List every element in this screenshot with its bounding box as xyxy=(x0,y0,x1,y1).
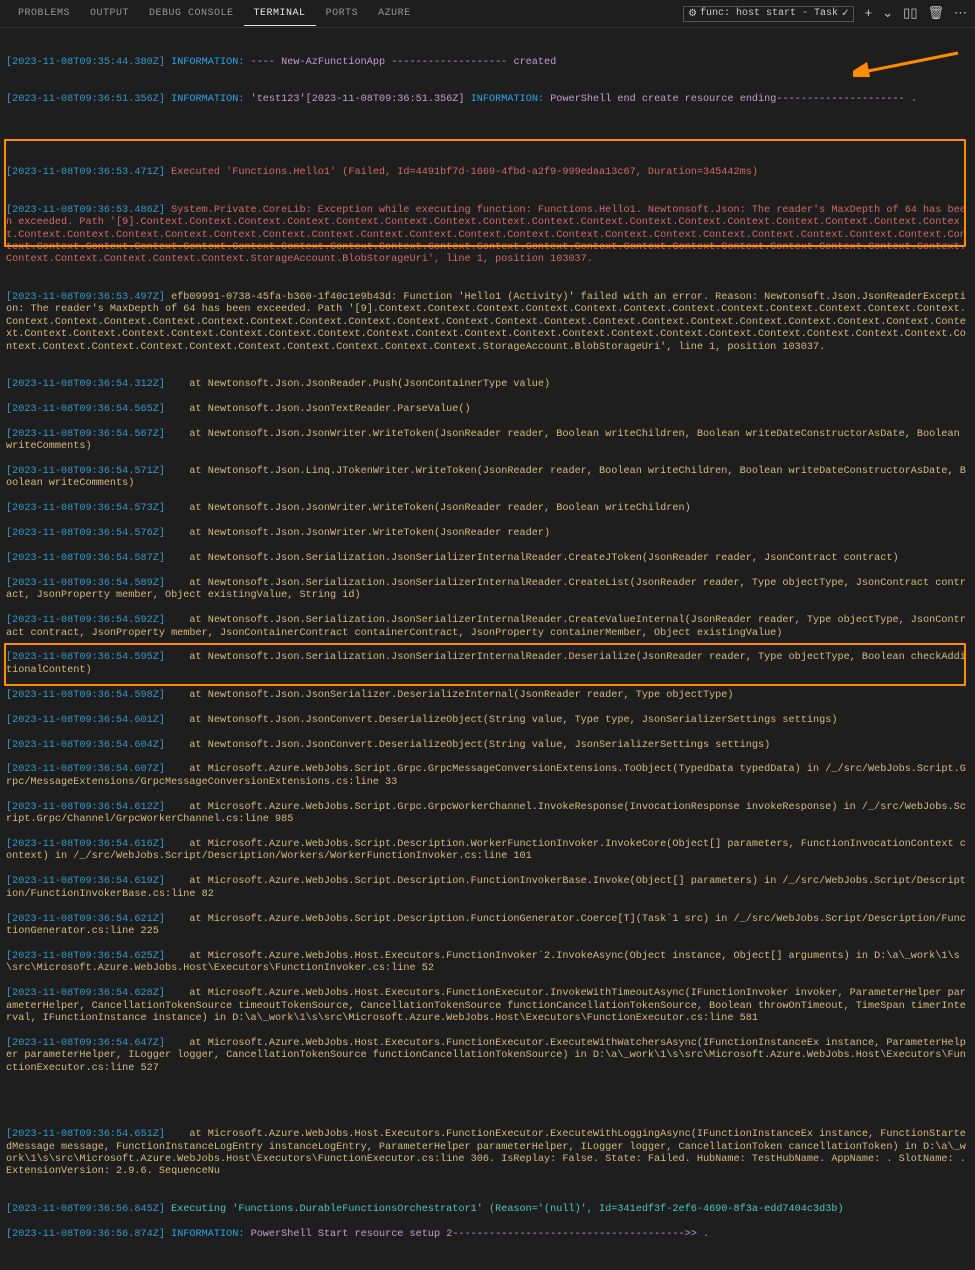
tab-ports[interactable]: PORTS xyxy=(316,2,369,26)
timestamp: [2023-11-08T09:36:54.604Z] xyxy=(6,740,165,751)
more-icon[interactable]: ⋯ xyxy=(954,6,967,21)
chevron-down-icon[interactable]: ⌄ xyxy=(882,6,893,21)
run-task-selector[interactable]: ⚙ func: host start - Task ✓ xyxy=(683,6,854,22)
log-level: INFORMATION: xyxy=(171,1229,244,1240)
timestamp: [2023-11-08T09:36:54.571Z] xyxy=(6,466,165,477)
log-trace: at Newtonsoft.Json.JsonWriter.WriteToken… xyxy=(171,528,550,539)
log-message: PowerShell end create resource ending---… xyxy=(550,94,917,105)
tab-problems[interactable]: PROBLEMS xyxy=(8,2,80,26)
timestamp: [2023-11-08T09:36:54.595Z] xyxy=(6,652,165,663)
tab-debug-console[interactable]: DEBUG CONSOLE xyxy=(139,2,244,26)
timestamp: [2023-11-08T09:36:53.497Z] xyxy=(6,292,165,303)
timestamp: [2023-11-08T09:36:56.845Z] xyxy=(6,1204,165,1215)
log-level: INFORMATION: xyxy=(171,57,244,68)
trash-icon[interactable]: 🗑 xyxy=(927,6,944,21)
timestamp: [2023-11-08T09:36:54.621Z] xyxy=(6,914,165,925)
log-trace: at Newtonsoft.Json.JsonConvert.Deseriali… xyxy=(171,740,770,751)
timestamp: [2023-11-08T09:36:54.592Z] xyxy=(6,615,165,626)
split-terminal-icon[interactable]: ▯▯ xyxy=(903,6,917,21)
timestamp: [2023-11-08T09:36:54.587Z] xyxy=(6,553,165,564)
timestamp: [2023-11-08T09:36:53.471Z] xyxy=(6,167,165,178)
timestamp: [2023-11-08T09:36:54.647Z] xyxy=(6,1038,165,1049)
timestamp: [2023-11-08T09:36:54.312Z] xyxy=(6,379,165,390)
timestamp: [2023-11-08T09:36:54.616Z] xyxy=(6,839,165,850)
tab-azure[interactable]: AZURE xyxy=(368,2,421,26)
terminal-toolbar: ⚙ func: host start - Task ✓ + ⌄ ▯▯ 🗑 ⋯ xyxy=(683,6,967,22)
timestamp: [2023-11-08T09:36:54.576Z] xyxy=(6,528,165,539)
log-message: 'test123'[2023-11-08T09:36:51.356Z] xyxy=(251,94,465,105)
timestamp: [2023-11-08T09:36:54.607Z] xyxy=(6,764,165,775)
timestamp: [2023-11-08T09:36:51.356Z] xyxy=(6,94,165,105)
timestamp: [2023-11-08T09:36:54.589Z] xyxy=(6,578,165,589)
run-task-label: func: host start - Task xyxy=(700,8,838,19)
log-trace: at Newtonsoft.Json.JsonReader.Push(JsonC… xyxy=(171,379,550,390)
tab-terminal[interactable]: TERMINAL xyxy=(244,2,316,26)
timestamp: [2023-11-08T09:36:54.601Z] xyxy=(6,715,165,726)
timestamp: [2023-11-08T09:36:54.565Z] xyxy=(6,404,165,415)
log-trace: at Newtonsoft.Json.Serialization.JsonSer… xyxy=(171,553,899,564)
log-level: INFORMATION: xyxy=(471,94,544,105)
log-level: INFORMATION: xyxy=(171,94,244,105)
new-terminal-icon[interactable]: + xyxy=(864,6,872,21)
log-message: ---- New-AzFunctionApp -----------------… xyxy=(251,57,557,68)
timestamp: [2023-11-08T09:36:54.651Z] xyxy=(6,1129,165,1140)
timestamp: [2023-11-08T09:36:53.486Z] xyxy=(6,205,165,216)
timestamp: [2023-11-08T09:36:54.625Z] xyxy=(6,951,165,962)
timestamp: [2023-11-08T09:36:54.567Z] xyxy=(6,429,165,440)
log-trace: at Newtonsoft.Json.JsonWriter.WriteToken… xyxy=(171,503,691,514)
log-trace: at Newtonsoft.Json.JsonConvert.Deseriali… xyxy=(171,715,837,726)
timestamp: [2023-11-08T09:36:54.612Z] xyxy=(6,802,165,813)
terminal-output[interactable]: [2023-11-08T09:35:44.380Z] INFORMATION: … xyxy=(0,28,975,1270)
panel-tabs: PROBLEMS OUTPUT DEBUG CONSOLE TERMINAL P… xyxy=(0,0,975,28)
timestamp: [2023-11-08T09:36:54.598Z] xyxy=(6,690,165,701)
log-trace: at Newtonsoft.Json.JsonSerializer.Deseri… xyxy=(171,690,733,701)
timestamp: [2023-11-08T09:36:54.619Z] xyxy=(6,876,165,887)
timestamp: [2023-11-08T09:36:54.628Z] xyxy=(6,988,165,999)
timestamp: [2023-11-08T09:36:54.573Z] xyxy=(6,503,165,514)
check-icon: ✓ xyxy=(841,8,849,20)
log-message: PowerShell Start resource setup 2-------… xyxy=(251,1229,710,1240)
timestamp: [2023-11-08T09:35:44.380Z] xyxy=(6,57,165,68)
log-trace: at Newtonsoft.Json.JsonTextReader.ParseV… xyxy=(171,404,471,415)
tab-output[interactable]: OUTPUT xyxy=(80,2,139,26)
log-exec: Executing 'Functions.DurableFunctionsOrc… xyxy=(171,1204,844,1215)
timestamp: [2023-11-08T09:36:56.874Z] xyxy=(6,1229,165,1240)
gear-icon: ⚙ xyxy=(688,8,697,20)
log-error: Executed 'Functions.Hello1' (Failed, Id=… xyxy=(171,167,758,178)
